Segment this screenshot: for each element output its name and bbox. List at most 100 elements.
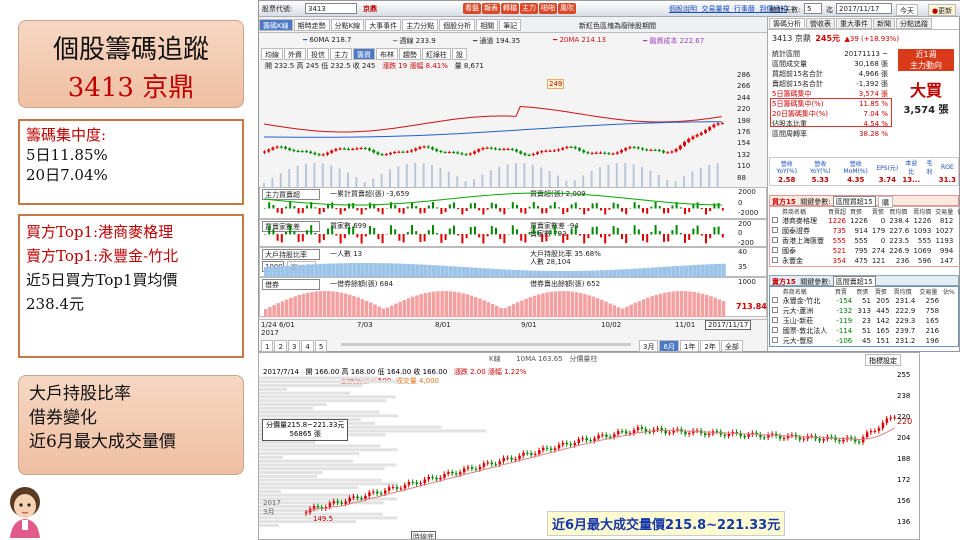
right-tab[interactable]: 分點追蹤: [896, 18, 932, 29]
bar: [465, 208, 468, 212]
table-row[interactable]: 元大-蘆洲 -132 313 445 222.9 758: [770, 306, 959, 316]
table-row[interactable]: 永豐金 354 475 121 236 596 147: [770, 256, 960, 267]
candle: [372, 150, 376, 153]
bar: [562, 291, 566, 317]
tool-trust[interactable]: 投信: [307, 48, 329, 60]
tab-notes[interactable]: 筆記: [499, 19, 522, 31]
end-date-select[interactable]: 2017/11/17: [836, 3, 892, 14]
table-row[interactable]: 玉山-新莊 -119 23 142 229.3 165: [770, 316, 959, 326]
refresh-button[interactable]: ●更新: [928, 4, 957, 16]
bar: [440, 208, 443, 215]
page-button[interactable]: 1: [261, 340, 274, 352]
tool-bollinger[interactable]: 布林: [376, 48, 398, 60]
indicator-panel: 大戶持股比率一人數 13人數 28,104大戶持股比率 35.68%403510…: [259, 247, 767, 277]
candle: [389, 152, 392, 155]
seller-filter-select[interactable]: 區間賣超15: [832, 276, 876, 287]
tool-redgreen[interactable]: 紅綠柱: [422, 48, 451, 60]
toolbar-button[interactable]: 看盤: [463, 3, 481, 14]
row-checkbox[interactable]: [770, 306, 781, 316]
bar: [667, 208, 670, 214]
row-checkbox[interactable]: [770, 246, 781, 256]
cell-name: 永豐金-竹北: [782, 297, 821, 305]
candle: [415, 482, 419, 485]
tab-trend[interactable]: 期時走勢: [293, 19, 330, 31]
table-row[interactable]: 元大-豐原 -106 45 151 231.2 196: [770, 336, 959, 347]
candle: [763, 437, 766, 439]
tab-events[interactable]: 大事事件: [365, 19, 402, 31]
tool-chips[interactable]: 籌資: [353, 48, 375, 60]
candle: [514, 459, 517, 461]
candle: [376, 152, 380, 155]
today-button[interactable]: 今天: [896, 4, 918, 16]
link[interactable]: 交易量規: [701, 5, 729, 13]
page-button[interactable]: 3: [287, 340, 301, 352]
row-checkbox[interactable]: [770, 256, 781, 267]
tool-settings[interactable]: 設: [452, 48, 467, 60]
table-row[interactable]: 香港上海匯豐 555 555 0 223.5 555 1193: [770, 236, 960, 246]
period-button[interactable]: 全部: [720, 340, 743, 352]
concentration-label: 籌碼集中度:: [26, 126, 107, 144]
bar: [528, 297, 533, 317]
table-row[interactable]: 永豐金-竹北 -154 51 205 231.4 256: [770, 296, 959, 306]
bar: [385, 263, 390, 277]
toolbar-button[interactable]: 報表: [482, 3, 500, 14]
candle: [316, 506, 320, 508]
row-checkbox[interactable]: [770, 236, 781, 246]
row-checkbox[interactable]: [770, 336, 781, 347]
indicator-settings-button[interactable]: 指標設定: [865, 354, 901, 366]
right-tab[interactable]: 營收表: [806, 18, 835, 29]
days-select[interactable]: 5: [804, 3, 822, 14]
table-row[interactable]: 國泰 521 795 274 226.9 1069 994: [770, 246, 960, 256]
period-button[interactable]: 3月: [639, 340, 659, 352]
toolbar-button[interactable]: 風吹: [558, 3, 576, 14]
row-checkbox[interactable]: [770, 216, 781, 226]
cell-s: 0: [880, 237, 886, 245]
candle: [372, 491, 375, 493]
tab-related[interactable]: 相關: [476, 19, 499, 31]
table-row[interactable]: 港商麥格理 1226 1226 0 238.4 1226 812: [770, 216, 960, 226]
row-checkbox[interactable]: [770, 326, 781, 336]
period-button[interactable]: 1年: [679, 340, 700, 352]
page-button[interactable]: 2: [274, 340, 287, 352]
stock-code-input[interactable]: 3413: [305, 3, 357, 14]
bar: [272, 229, 275, 235]
right-tab[interactable]: 籌碼分析: [769, 18, 805, 29]
buyer-filter-select[interactable]: 區間買超15: [832, 196, 876, 207]
candle: [397, 151, 401, 153]
period-button[interactable]: 6月: [659, 340, 679, 352]
row-checkbox[interactable]: [770, 316, 781, 326]
tab-kline[interactable]: 籌碼K線: [259, 19, 293, 31]
bar: [339, 234, 342, 244]
bar: [360, 208, 363, 215]
right-tab[interactable]: 新聞: [873, 18, 895, 29]
page-button[interactable]: 4: [301, 340, 314, 352]
bar: [696, 264, 701, 277]
right-tab[interactable]: 重大事件: [836, 18, 872, 29]
candle: [423, 479, 426, 484]
bar: [352, 203, 355, 209]
tab-analysis[interactable]: 個股分析: [439, 19, 476, 31]
table-row[interactable]: 國泰證券 735 914 179 227.6 1093 1027: [770, 226, 960, 236]
period-button[interactable]: 2年: [700, 340, 720, 352]
toolbar-button[interactable]: 主力: [520, 3, 538, 14]
candle: [565, 146, 569, 149]
row-checkbox[interactable]: [770, 226, 781, 236]
toolbar-button[interactable]: 啪啪: [539, 3, 557, 14]
toolbar-button[interactable]: 轉檔: [501, 3, 519, 14]
y-tick: 198: [737, 116, 751, 125]
row-checkbox[interactable]: [770, 296, 781, 306]
bar: [373, 263, 378, 277]
page-button[interactable]: 5: [314, 340, 328, 352]
candle: [435, 477, 438, 480]
tool-ma[interactable]: 均線: [261, 48, 283, 60]
scrollbar[interactable]: [341, 343, 631, 346]
tab-branch-k[interactable]: 分點K線: [330, 19, 365, 31]
tool-foreign[interactable]: 外資: [284, 48, 306, 60]
tool-major[interactable]: 主力: [330, 48, 352, 60]
tool-trend[interactable]: 趨勢: [399, 48, 421, 60]
link[interactable]: 個股說明: [669, 5, 697, 13]
table-row[interactable]: 國票-敦北法人 -114 51 165 239.7 216: [770, 326, 959, 336]
bar: [684, 265, 688, 277]
link[interactable]: 行事曆: [734, 5, 755, 13]
tab-major-branch[interactable]: 主力分點: [402, 19, 439, 31]
